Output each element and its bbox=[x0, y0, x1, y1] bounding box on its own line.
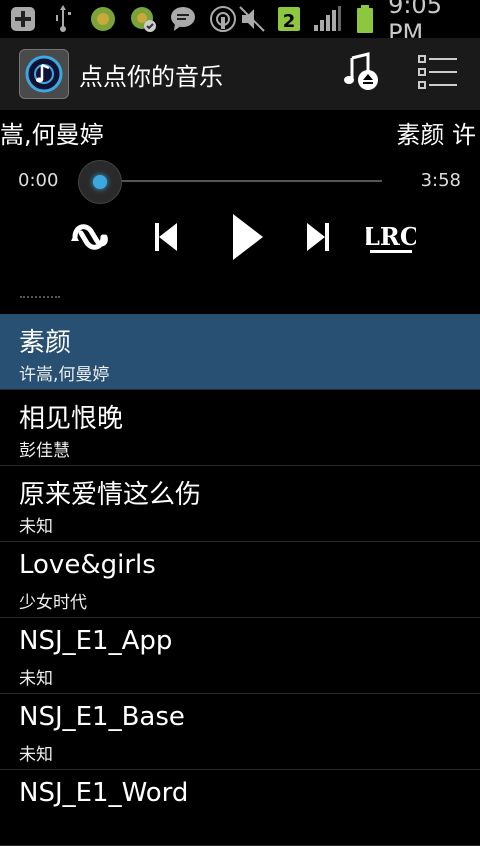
lyrics-scrap bbox=[20, 296, 60, 304]
add-icon bbox=[8, 4, 38, 34]
song-list[interactable]: 素颜 许嵩,何曼婷 相见恨晚 彭佳慧 原来爱情这么伤 未知 Love&girls… bbox=[0, 314, 480, 846]
song-row[interactable]: 素颜 许嵩,何曼婷 bbox=[0, 314, 480, 390]
play-button[interactable] bbox=[224, 208, 270, 266]
song-row[interactable]: 原来爱情这么伤 未知 bbox=[0, 466, 480, 542]
app-title: 点点你的音乐 bbox=[79, 62, 223, 91]
signal-icon bbox=[312, 4, 342, 34]
mute-icon bbox=[238, 4, 266, 34]
play-icon bbox=[233, 214, 263, 260]
battery-icon bbox=[352, 4, 378, 34]
song-row[interactable]: NSJ_E1_Word bbox=[0, 770, 480, 846]
seek-thumb[interactable] bbox=[78, 160, 122, 204]
repeat-button[interactable] bbox=[64, 208, 114, 266]
song-title: 相见恨晚 bbox=[19, 404, 124, 434]
player-controls: LRC bbox=[0, 208, 480, 266]
song-artist: 未知 bbox=[19, 669, 53, 689]
song-artist: 彭佳慧 bbox=[19, 441, 70, 461]
previous-icon bbox=[155, 223, 177, 251]
song-row[interactable]: NSJ_E1_Base 未知 bbox=[0, 694, 480, 770]
song-row[interactable]: Love&girls 少女时代 bbox=[0, 542, 480, 618]
total-time: 3:58 bbox=[420, 170, 461, 191]
usb-icon bbox=[48, 4, 78, 34]
app-logo-icon bbox=[19, 49, 69, 99]
app-bar: 点点你的音乐 bbox=[0, 38, 480, 110]
playlist-menu-icon[interactable] bbox=[418, 54, 458, 94]
sim-icon: 2 bbox=[276, 4, 302, 34]
song-title: 原来爱情这么伤 bbox=[19, 480, 202, 510]
status-bar: 2 9:05 PM bbox=[0, 0, 480, 47]
next-button[interactable] bbox=[298, 208, 338, 266]
chat-icon bbox=[168, 4, 198, 34]
lrc-icon: LRC bbox=[366, 222, 416, 253]
now-playing-artist: 嵩,何曼婷 bbox=[0, 120, 104, 149]
game-icon bbox=[88, 4, 118, 34]
svg-text:2: 2 bbox=[283, 11, 296, 32]
seek-thumb-dot bbox=[93, 175, 107, 189]
song-title: Love&girls bbox=[19, 550, 156, 580]
song-artist: 未知 bbox=[19, 745, 53, 765]
song-title: 素颜 bbox=[19, 328, 72, 358]
song-row[interactable]: 相见恨晚 彭佳慧 bbox=[0, 390, 480, 466]
progress-area: 0:00 3:58 bbox=[0, 160, 480, 204]
seek-track[interactable] bbox=[100, 180, 382, 182]
podcast-icon bbox=[208, 4, 238, 34]
song-row[interactable]: NSJ_E1_App 未知 bbox=[0, 618, 480, 694]
song-title: NSJ_E1_App bbox=[19, 626, 173, 656]
song-artist: 未知 bbox=[19, 517, 53, 537]
previous-button[interactable] bbox=[146, 208, 186, 266]
lrc-button[interactable]: LRC bbox=[364, 208, 418, 266]
game-check-icon bbox=[128, 4, 158, 34]
song-title: NSJ_E1_Word bbox=[19, 778, 189, 808]
svg-text:LRC: LRC bbox=[366, 222, 416, 251]
next-icon bbox=[307, 223, 329, 251]
song-title: NSJ_E1_Base bbox=[19, 702, 185, 732]
current-time: 0:00 bbox=[18, 170, 59, 191]
now-playing-marquee: 嵩,何曼婷 素颜 许 bbox=[0, 112, 480, 152]
now-playing-title: 素颜 许 bbox=[396, 120, 476, 149]
music-eject-icon[interactable] bbox=[342, 52, 382, 96]
song-artist: 许嵩,何曼婷 bbox=[19, 365, 110, 385]
repeat-icon bbox=[71, 224, 108, 250]
song-artist: 少女时代 bbox=[19, 593, 87, 613]
